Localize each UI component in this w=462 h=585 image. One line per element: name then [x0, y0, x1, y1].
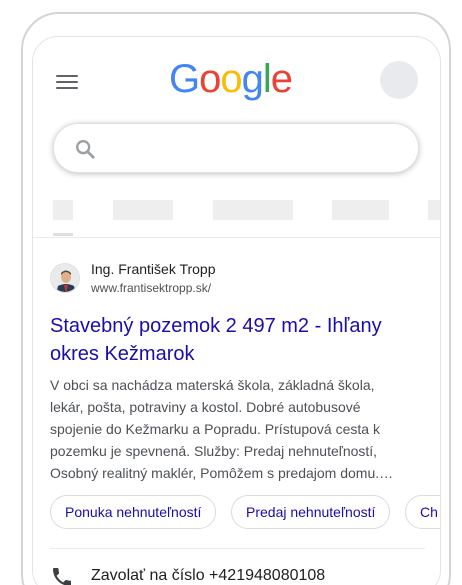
- site-name: Ing. František Tropp: [91, 261, 216, 277]
- sitelink-chip-ponuka[interactable]: Ponuka nehnuteľností: [50, 495, 217, 529]
- tab-placeholder[interactable]: [113, 200, 173, 220]
- search-input[interactable]: [53, 123, 419, 173]
- logo-letter: e: [270, 57, 293, 101]
- google-logo[interactable]: Google: [169, 57, 293, 102]
- tab-placeholder[interactable]: [53, 200, 73, 220]
- logo-letter: G: [169, 57, 200, 101]
- logo-letter: o: [220, 57, 242, 101]
- phone-icon[interactable]: [50, 565, 74, 585]
- site-url[interactable]: www.frantisektropp.sk/: [91, 281, 211, 295]
- person-photo-icon: [51, 264, 79, 292]
- result-snippet: V obci sa nachádza materská škola, zákla…: [50, 377, 394, 481]
- sitelink-chip-predaj[interactable]: Predaj nehnuteľností: [231, 495, 391, 529]
- logo-letter: l: [262, 57, 272, 101]
- tab-placeholder[interactable]: [332, 200, 389, 220]
- site-favicon[interactable]: [50, 263, 80, 293]
- search-icon: [76, 140, 95, 159]
- divider: [33, 237, 440, 238]
- result-title-link[interactable]: Stavebný pozemok 2 497 m2 - Ihľany okres…: [50, 312, 425, 368]
- call-phone-link[interactable]: Zavolať na číslo +421948080108: [91, 567, 325, 585]
- logo-letter: g: [241, 57, 264, 101]
- tab-indicator: [53, 233, 73, 236]
- tab-placeholder[interactable]: [213, 200, 293, 220]
- sitelink-chip-partial[interactable]: Ch: [405, 495, 440, 529]
- phone-screen: Google Ing. František Tropp www.frantise…: [32, 36, 441, 585]
- logo-letter: o: [199, 57, 221, 101]
- hamburger-menu-icon[interactable]: [56, 73, 80, 91]
- profile-avatar[interactable]: [380, 61, 418, 99]
- tab-placeholder[interactable]: [428, 200, 440, 220]
- divider: [50, 548, 425, 549]
